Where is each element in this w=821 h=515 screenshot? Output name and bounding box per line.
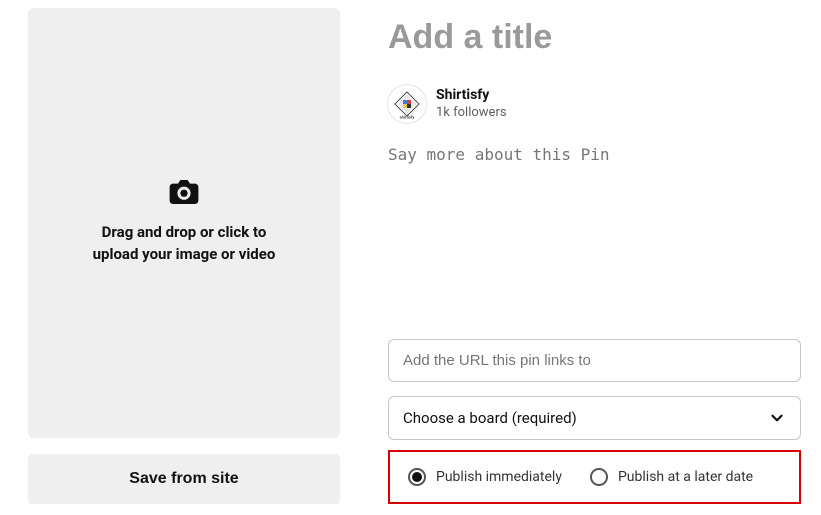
publish-immediately-label: Publish immediately bbox=[436, 469, 562, 485]
camera-icon bbox=[169, 180, 199, 204]
description-input[interactable] bbox=[388, 145, 801, 183]
title-input[interactable] bbox=[388, 12, 801, 67]
author-row: shirtisfy Shirtisfy 1k followers bbox=[388, 85, 801, 123]
svg-text:shirtisfy: shirtisfy bbox=[400, 114, 416, 119]
publish-later-label: Publish at a later date bbox=[618, 469, 753, 485]
radio-icon bbox=[408, 468, 426, 486]
upload-line1: Drag and drop or click to bbox=[93, 222, 276, 244]
chevron-down-icon bbox=[768, 409, 786, 427]
board-select-label: Choose a board (required) bbox=[403, 409, 577, 427]
radio-dot-icon bbox=[412, 472, 422, 482]
upload-area[interactable]: Drag and drop or click to upload your im… bbox=[28, 8, 340, 438]
author-name: Shirtisfy bbox=[436, 87, 507, 105]
upload-line2: upload your image or video bbox=[93, 244, 276, 266]
avatar-logo-icon: shirtisfy bbox=[391, 88, 423, 120]
radio-icon bbox=[590, 468, 608, 486]
board-select[interactable]: Choose a board (required) bbox=[388, 396, 801, 440]
upload-instructions: Drag and drop or click to upload your im… bbox=[93, 222, 276, 266]
avatar[interactable]: shirtisfy bbox=[388, 85, 426, 123]
save-from-site-button[interactable]: Save from site bbox=[28, 454, 340, 504]
publish-options-highlight: Publish immediately Publish at a later d… bbox=[388, 450, 801, 504]
url-input[interactable] bbox=[388, 339, 801, 382]
author-followers: 1k followers bbox=[436, 105, 507, 121]
publish-immediately-radio[interactable]: Publish immediately bbox=[408, 468, 562, 486]
publish-later-radio[interactable]: Publish at a later date bbox=[590, 468, 753, 486]
